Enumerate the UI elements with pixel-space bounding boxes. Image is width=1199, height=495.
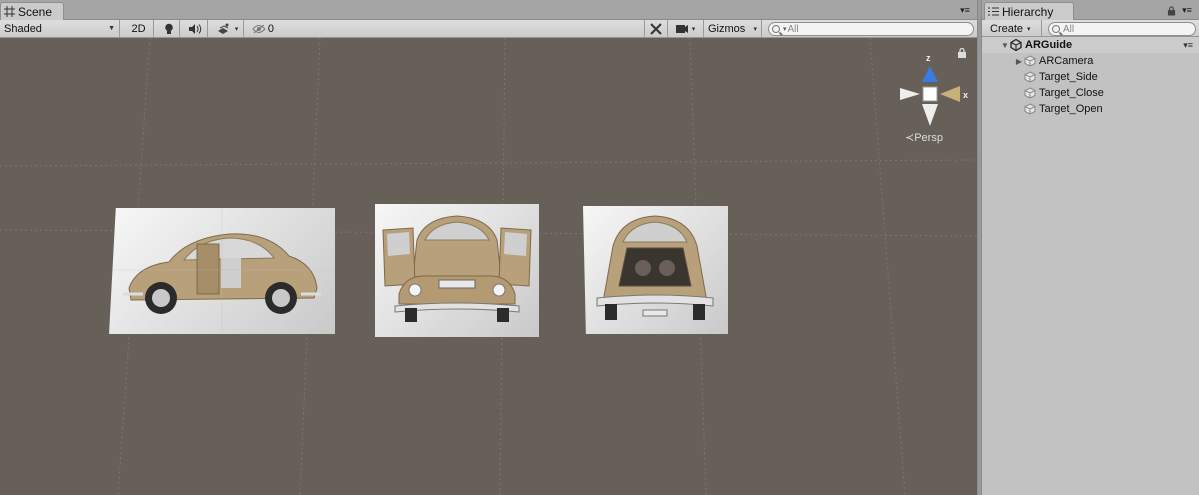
scene-tabbar: Scene ▾≡ [0,0,977,20]
scene-toolbar: Shaded ▼ 2D ▾ 0 ▾ Gizmos ▾ ▾ All [0,20,977,38]
scene-tab-menu-icon[interactable]: ▾≡ [958,4,972,16]
tab-scene[interactable]: Scene [0,2,64,20]
scene-search-input[interactable]: ▾ All [768,22,974,36]
image-target-front[interactable] [375,204,539,337]
search-icon [1052,25,1060,33]
hierarchy-item-label: Target_Close [1039,87,1104,99]
scene-grid-icon [4,6,15,17]
chevron-down-icon: ▾ [753,25,757,33]
neg-x-axis-cone[interactable] [900,88,920,100]
chevron-down-icon: ▾ [1027,25,1031,33]
z-axis-cone[interactable] [922,66,938,82]
lock-icon[interactable] [957,48,967,58]
hierarchy-tabbar: Hierarchy ▾≡ [982,0,1199,20]
foldout-collapsed-icon[interactable]: ▶ [1014,57,1024,66]
hierarchy-toolbar: Create ▾ All [982,20,1199,37]
hierarchy-item-target-open[interactable]: Target_Open [982,101,1199,117]
gizmo-center-cube[interactable] [922,86,938,102]
car-front-image [382,215,532,322]
z-axis-label: z [926,53,931,63]
hierarchy-tab-menu-icon[interactable]: ▾≡ [1180,4,1194,16]
hierarchy-window: Hierarchy ▾≡ Create ▾ All ▼ ARGuide ▾≡ ▶… [982,0,1199,495]
hierarchy-item-target-close[interactable]: Target_Close [982,85,1199,101]
scene-menu-icon[interactable]: ▾≡ [1183,40,1193,51]
projection-toggle[interactable]: ≺Persp [905,131,943,144]
lighting-toggle-button[interactable] [158,20,180,37]
hierarchy-item-label: ARCamera [1039,55,1094,67]
gameobject-cube-icon [1024,55,1036,67]
audio-toggle-button[interactable] [182,20,208,37]
camera-icon [675,24,688,33]
search-dropdown-icon: ▾ [783,26,787,33]
scene-viewport[interactable]: z x ≺Persp [0,38,977,495]
gameobject-cube-icon [1024,103,1036,115]
scene-root-label: ARGuide [1025,39,1073,51]
hierarchy-item-arcamera[interactable]: ▶ ARCamera [982,53,1199,69]
create-dropdown[interactable]: Create ▾ [986,20,1042,37]
create-label: Create [990,22,1024,35]
image-target-rear[interactable] [583,206,728,334]
hierarchy-item-target-side[interactable]: Target_Side [982,69,1199,85]
2d-toggle-label: 2D [131,22,146,35]
tab-scene-label: Scene [18,4,53,19]
x-axis-label: x [963,90,968,100]
search-icon [772,25,780,33]
gizmos-label: Gizmos [708,22,746,35]
chevron-down-icon: ▼ [108,25,115,32]
speaker-icon [188,23,201,34]
unity-editor: Scene ▾≡ Shaded ▼ 2D ▾ 0 ▾ Gizmos ▾ ▾ Al… [0,0,1199,495]
chevron-down-icon: ▾ [234,25,239,33]
hidden-count: 0 [267,22,274,35]
gameobject-cube-icon [1024,71,1036,83]
lock-icon[interactable] [1167,6,1176,16]
tab-hierarchy-label: Hierarchy [1002,4,1054,19]
hierarchy-item-label: Target_Open [1039,103,1103,115]
image-target-side[interactable] [109,208,335,334]
car-side-image [109,208,335,334]
lightbulb-icon [164,23,173,34]
scene-tools-button[interactable] [644,20,668,37]
projection-label: Persp [914,132,943,144]
hierarchy-search-placeholder: All [1063,23,1075,35]
persp-icon: ≺ [905,132,915,144]
shading-mode-dropdown[interactable]: Shaded ▼ [0,20,120,37]
chevron-down-icon: ▾ [691,25,696,33]
eye-hidden-icon [252,24,266,33]
camera-settings-dropdown[interactable]: ▾ [668,20,704,37]
scene-search-placeholder: All [787,23,799,35]
2d-toggle-button[interactable]: 2D [124,20,154,37]
shading-mode-label: Shaded [4,22,42,35]
hierarchy-list-icon [988,7,999,16]
hierarchy-search-input[interactable]: All [1048,22,1196,36]
effects-dropdown[interactable]: ▾ [212,20,244,37]
car-rear-image [596,215,714,320]
neg-z-axis-cone[interactable] [922,104,938,126]
unity-logo-icon [1010,39,1022,51]
gameobject-cube-icon [1024,87,1036,99]
tools-icon [650,22,662,35]
foldout-expanded-icon[interactable]: ▼ [1000,41,1010,50]
gizmos-dropdown[interactable]: Gizmos ▾ [704,20,762,37]
scene-window: Scene ▾≡ Shaded ▼ 2D ▾ 0 ▾ Gizmos ▾ ▾ Al… [0,0,977,495]
hierarchy-item-label: Target_Side [1039,71,1098,83]
tab-hierarchy[interactable]: Hierarchy [984,2,1074,20]
hidden-objects-toggle[interactable]: 0 [248,20,278,37]
x-axis-cone[interactable] [940,86,960,102]
effects-icon [217,23,229,34]
hierarchy-scene-root[interactable]: ▼ ARGuide ▾≡ [982,37,1199,53]
hierarchy-tree: ▼ ARGuide ▾≡ ▶ ARCamera Target_Side Targ… [982,37,1199,495]
